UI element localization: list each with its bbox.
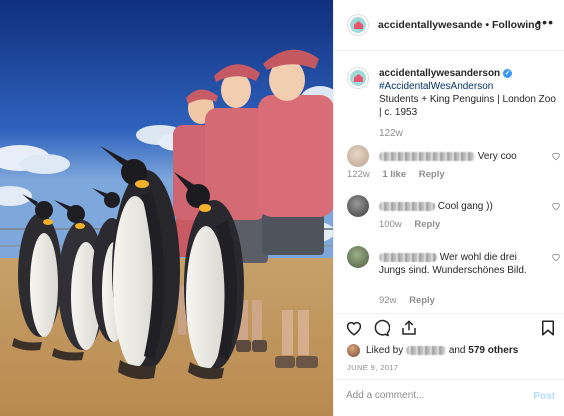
heart-icon[interactable] [345, 319, 363, 337]
share-icon[interactable] [400, 319, 418, 337]
caption-hashtag[interactable]: #AccidentalWesAnderson [379, 80, 559, 93]
verified-badge-icon: ✓ [503, 69, 513, 78]
blurred-liker-name[interactable] [406, 345, 447, 355]
profile-avatar[interactable] [347, 14, 369, 36]
commenter-avatar[interactable] [347, 246, 369, 268]
comment-heart-icon[interactable] [551, 201, 561, 211]
post-details-panel: accidentallywesande • Following ••• acci… [333, 0, 564, 416]
add-comment-bar: Post [334, 379, 564, 416]
bookmark-icon[interactable] [539, 319, 557, 337]
comment-text: Very coo [477, 151, 517, 162]
liked-by-and: and [448, 345, 466, 356]
header-username[interactable]: accidentallywesande [378, 19, 482, 31]
commenter-avatar[interactable] [347, 145, 369, 167]
comment-likes[interactable]: 1 like [382, 169, 406, 180]
comment-icon[interactable] [372, 319, 390, 337]
comment-text: Cool gang )) [437, 201, 493, 212]
more-horizontal-icon[interactable]: ••• [536, 14, 554, 30]
instagram-post: accidentallywesande • Following ••• acci… [0, 0, 564, 416]
liked-by-prefix: Liked by [366, 345, 404, 356]
post-header: accidentallywesande • Following ••• [334, 0, 564, 51]
caption-text: Students + King Penguins | London Zoo | … [379, 94, 556, 118]
post-actions: Liked by and 579 others JUNE 9, 2017 [334, 313, 564, 373]
comment-time[interactable]: 122w [347, 169, 370, 180]
blurred-username [379, 151, 475, 161]
comment-time[interactable]: 100w [379, 219, 402, 230]
comment-heart-icon[interactable] [551, 252, 561, 262]
add-comment-input[interactable] [346, 390, 516, 401]
liked-count-link[interactable]: 579 others [468, 345, 518, 356]
post-photo[interactable] [0, 0, 333, 416]
post-caption: accidentallywesanderson ✓ #AccidentalWes… [379, 67, 559, 119]
liked-by-avatar[interactable] [347, 344, 360, 357]
header-separator: • [485, 19, 490, 31]
post-date[interactable]: JUNE 9, 2017 [347, 363, 399, 372]
post-comment-button[interactable]: Post [533, 391, 555, 402]
comment-time[interactable]: 92w [379, 295, 396, 306]
caption-time[interactable]: 122w [379, 128, 403, 139]
reply-button[interactable]: Reply [414, 219, 440, 230]
reply-button[interactable]: Reply [419, 169, 445, 180]
penguins-and-students-illustration [0, 0, 333, 416]
caption-username[interactable]: accidentallywesanderson [379, 67, 500, 80]
liked-by-summary: Liked by and 579 others [366, 345, 518, 356]
blurred-username [379, 252, 437, 262]
following-button[interactable]: Following [492, 19, 541, 31]
reply-button[interactable]: Reply [409, 295, 435, 306]
caption-avatar[interactable] [347, 67, 369, 89]
comment-heart-icon[interactable] [551, 151, 561, 161]
blurred-username [379, 201, 435, 211]
commenter-avatar[interactable] [347, 195, 369, 217]
